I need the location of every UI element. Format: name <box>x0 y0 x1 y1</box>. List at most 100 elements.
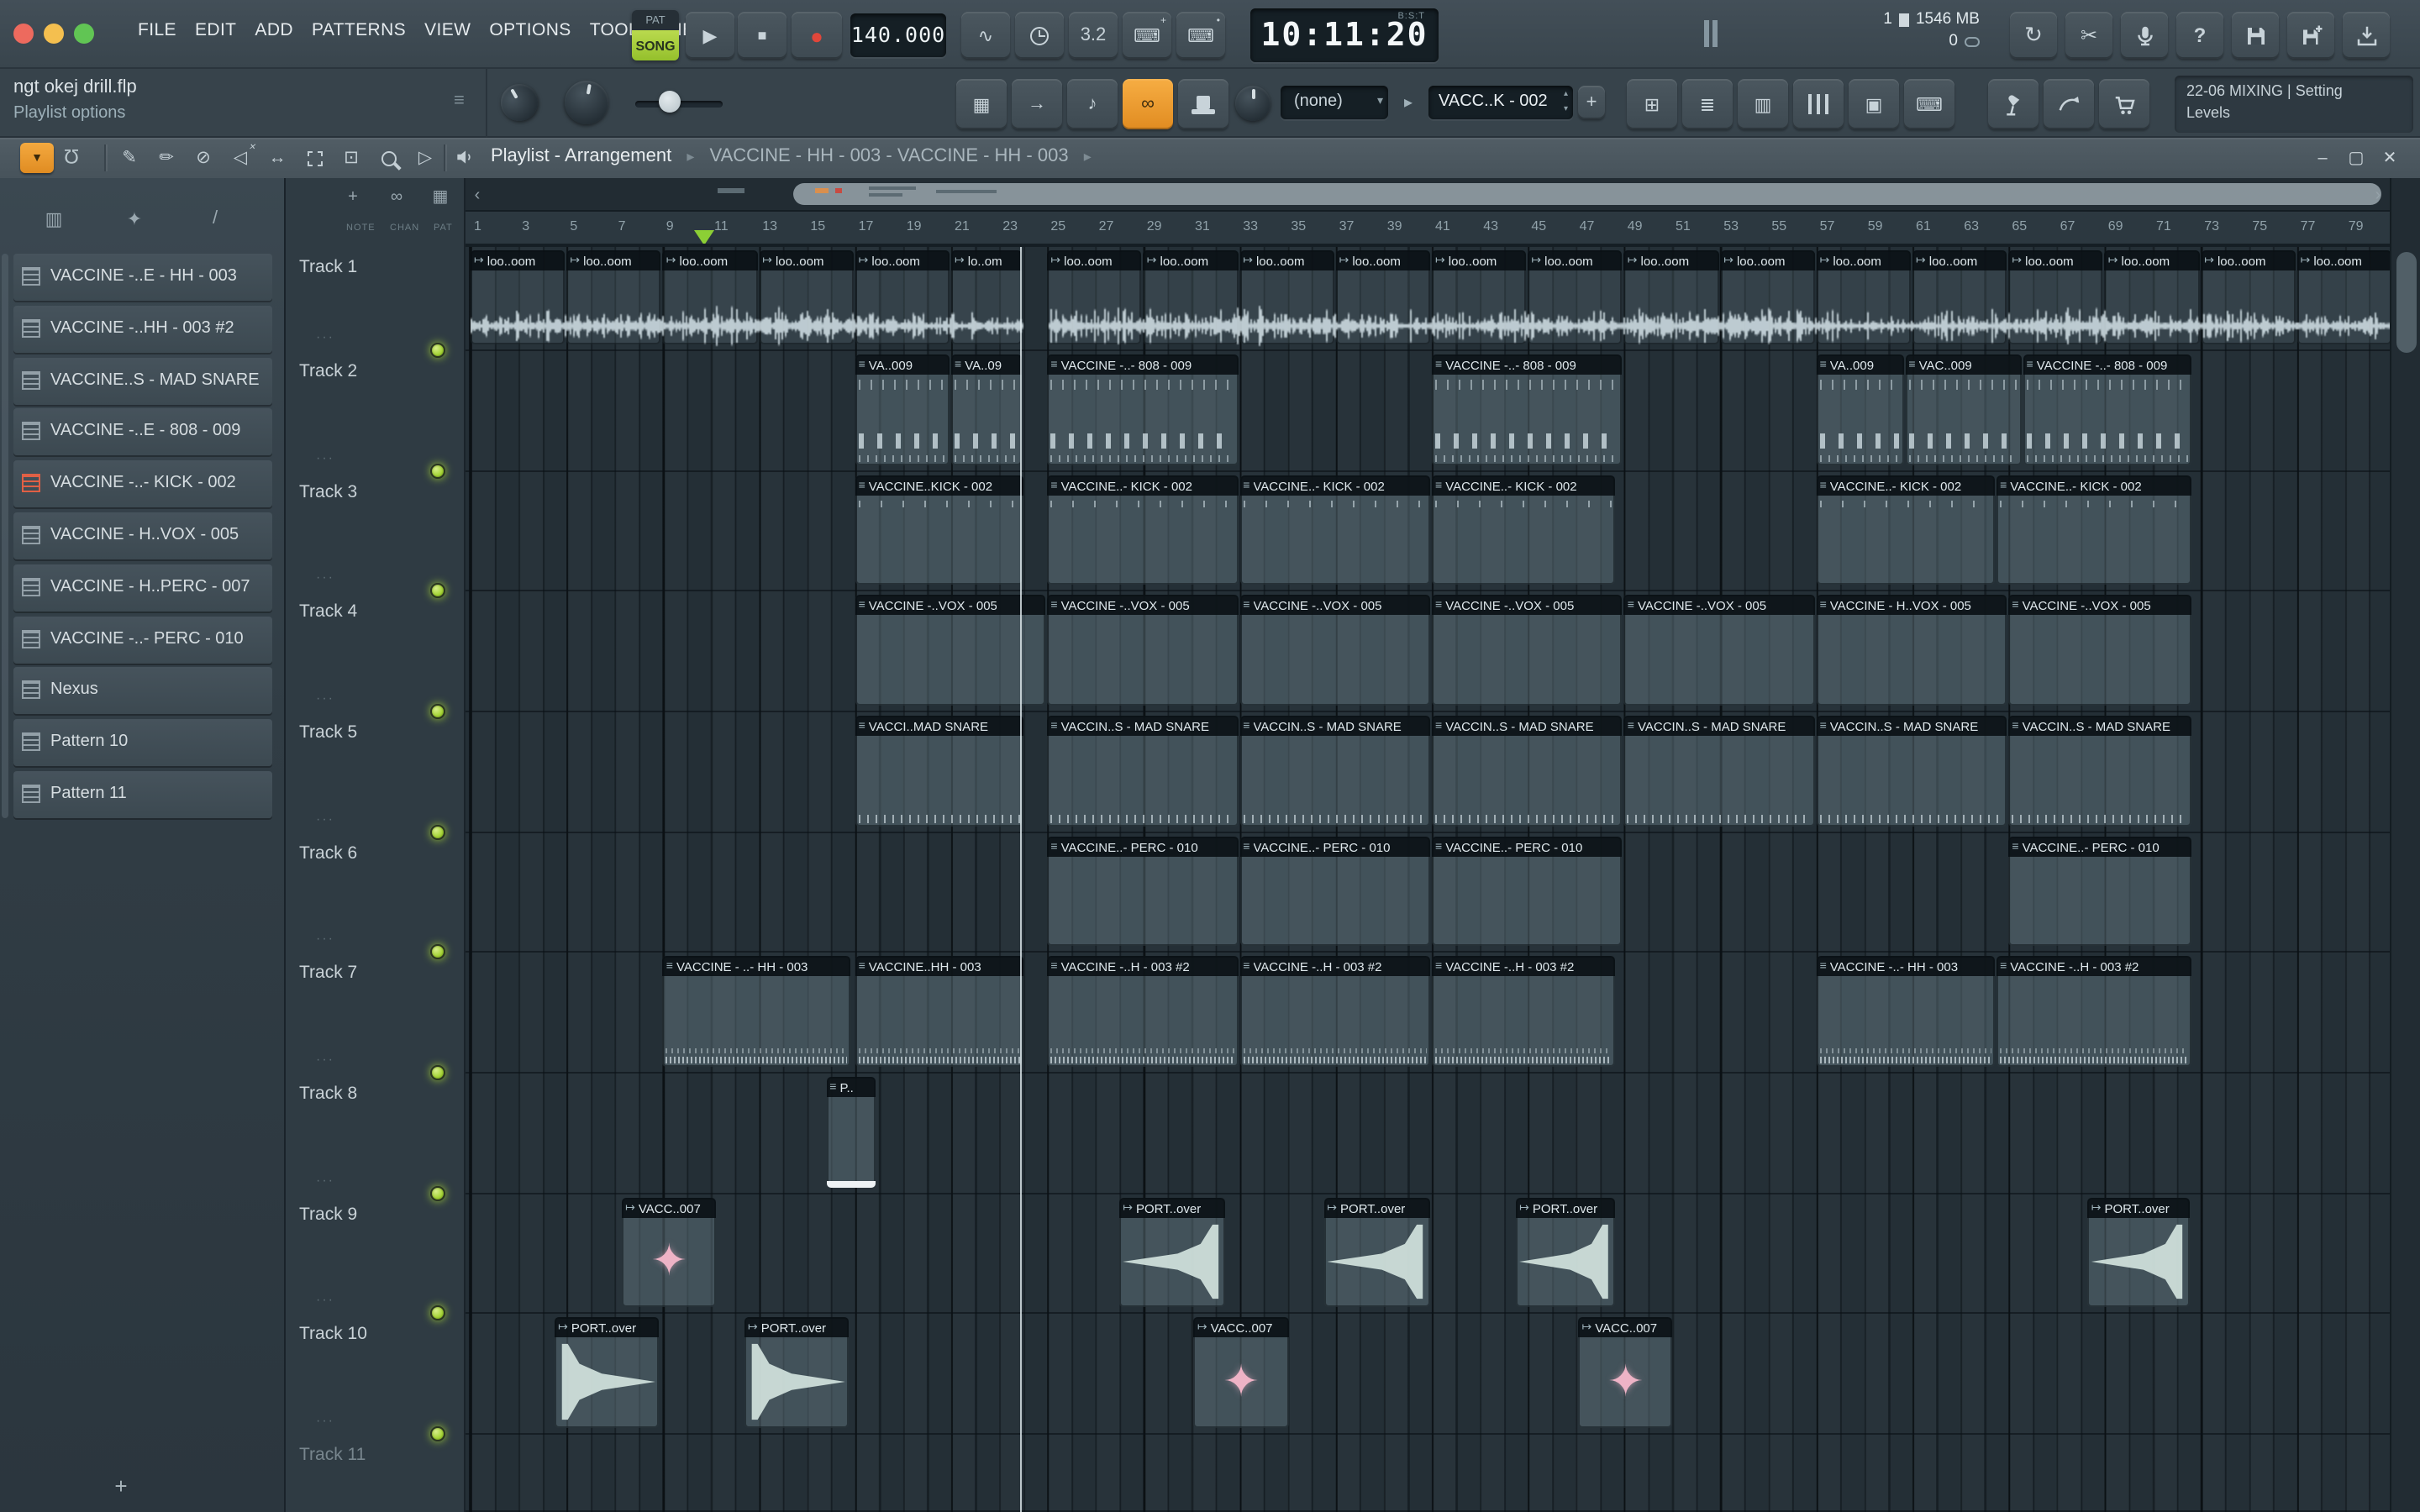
pattern-clip[interactable]: ≡ VACCINE..- PERC - 010 <box>1047 837 1239 946</box>
shop-button[interactable] <box>2099 79 2149 129</box>
track-name[interactable]: Track 8 <box>299 1084 357 1104</box>
pattern-list-item[interactable]: Nexus <box>13 667 272 715</box>
next-button[interactable]: ▸ <box>1395 86 1422 119</box>
track-mute-led[interactable] <box>430 1065 445 1080</box>
track-grip[interactable]: ··· <box>316 811 334 827</box>
track-mute-led[interactable] <box>430 343 445 358</box>
track-grip[interactable]: ··· <box>316 329 334 344</box>
one-click-audio-button[interactable] <box>2044 79 2094 129</box>
columns-button[interactable]: ▥ <box>1738 79 1788 129</box>
chevron-down-icon[interactable]: ▾ <box>1377 86 1383 119</box>
pattern-clip[interactable]: ≡ VACCINE..- PERC - 010 <box>1432 837 1623 946</box>
pattern-list-item[interactable]: VACCINE -..HH - 003 #2 <box>13 305 272 353</box>
draw-tool-button[interactable]: ✎ <box>114 143 145 173</box>
picker-scrollbar[interactable] <box>2 254 8 818</box>
track-grip[interactable]: ··· <box>316 450 334 465</box>
pattern-clip[interactable]: ≡ VACCINE..HH - 003 <box>855 956 1024 1067</box>
track-name[interactable]: Track 2 <box>299 361 357 381</box>
automation-view-icon[interactable]: / <box>202 205 229 232</box>
pat-label[interactable]: PAT <box>632 10 679 30</box>
maximize-window-button[interactable]: ▢ <box>2343 144 2370 171</box>
plugin-window-button[interactable]: ⊞ <box>1627 79 1677 129</box>
grid-icon[interactable]: ▦ <box>427 183 454 210</box>
pattern-clip[interactable]: ≡ VACCINE - H..VOX - 005 <box>1816 595 2007 706</box>
pattern-clip[interactable]: ≡ VACCIN..S - MAD SNARE <box>1432 716 1623 827</box>
pattern-clip[interactable]: ≡ VACCINE - ..- HH - 003 <box>662 956 851 1067</box>
snap-magnet-icon[interactable]: Ω <box>64 144 79 168</box>
pattern-clip[interactable]: ≡ VACCINE -..H - 003 #2 <box>1432 956 1616 1067</box>
link-clips-icon[interactable]: ∞ <box>383 183 410 210</box>
track-mute-led[interactable] <box>430 583 445 598</box>
pattern-list-item[interactable]: VACCINE - H..VOX - 005 <box>13 512 272 559</box>
audio-clip[interactable]: ↦ PORT..over <box>1119 1198 1226 1307</box>
pattern-clip[interactable]: ≡ VACCINE -..VOX - 005 <box>2008 595 2192 706</box>
macos-zoom-button[interactable] <box>74 24 94 44</box>
pattern-list-item[interactable]: VACCINE -..- KICK - 002 <box>13 460 272 508</box>
arrow-button[interactable]: → <box>1012 79 1062 129</box>
sync-button[interactable]: ↻ <box>2010 12 2057 59</box>
track-name[interactable]: Track 4 <box>299 601 357 622</box>
track-mute-led[interactable] <box>430 704 445 719</box>
render-button[interactable] <box>1988 79 2039 129</box>
pattern-clip[interactable]: ≡ VA..09 <box>951 354 1022 465</box>
overview-thumb[interactable] <box>793 183 2381 205</box>
pattern-clip[interactable]: ≡ VA..009 <box>855 354 950 465</box>
track-name[interactable]: Track 1 <box>299 257 357 277</box>
pattern-clip[interactable]: ≡ VAC..009 <box>1905 354 2022 465</box>
patterns-view-icon[interactable]: ▥ <box>40 205 67 232</box>
song-label[interactable]: SONG <box>632 30 679 60</box>
track-grip[interactable]: ··· <box>316 690 334 706</box>
track-name[interactable]: Track 3 <box>299 482 357 502</box>
track-name[interactable]: Track 10 <box>299 1324 367 1344</box>
pattern-clip[interactable]: ≡ VACCIN..S - MAD SNARE <box>1816 716 2007 827</box>
audio-clip[interactable]: ↦ PORT..over <box>2087 1198 2190 1307</box>
keyboard-button[interactable]: ⌨ <box>1904 79 1954 129</box>
sparkle-view-icon[interactable]: ✦ <box>121 205 148 232</box>
audio-clip[interactable]: ↦ PORT..over <box>555 1317 659 1428</box>
pattern-selector[interactable]: VACC..K - 002 ▴ ▾ <box>1428 86 1573 119</box>
delete-tool-button[interactable]: ⊘ <box>188 143 218 173</box>
paint-tool-button[interactable]: ✏ <box>151 143 182 173</box>
play-button[interactable]: ▶ <box>686 12 734 59</box>
add-pattern-button[interactable]: + <box>1578 86 1605 119</box>
link-button[interactable]: ∞ <box>1123 79 1173 129</box>
track-grip[interactable]: ··· <box>316 570 334 585</box>
pattern-clip[interactable]: ≡ VACCINE -..- HH - 003 <box>1816 956 1996 1067</box>
volume-knob[interactable] <box>560 76 613 129</box>
pattern-clip[interactable]: ≡ VACCINE..- KICK - 002 <box>1432 475 1616 585</box>
track-mute-led[interactable] <box>430 825 445 840</box>
pattern-clip[interactable]: ≡ VACCINE -..VOX - 005 <box>1623 595 1815 706</box>
pattern-clip[interactable]: ≡ VACCINE -..- 808 - 009 <box>1047 354 1239 465</box>
pattern-clip[interactable]: ≡ VACCINE -..- 808 - 009 <box>2023 354 2192 465</box>
preview-tool-button[interactable]: ▷ <box>410 143 440 173</box>
spinner-down-icon[interactable]: ▾ <box>1564 102 1568 118</box>
pattern-clip[interactable]: ≡ VACCINE..- PERC - 010 <box>1239 837 1430 946</box>
tempo-display[interactable]: 140.000 <box>850 13 946 57</box>
mixer-button[interactable] <box>1793 79 1844 129</box>
pattern-clip[interactable]: ≡ VACCI..MAD SNARE <box>855 716 1024 827</box>
pattern-clip[interactable]: ≡ VACCINE -..H - 003 #2 <box>1239 956 1430 1067</box>
countdown-button[interactable]: 3.2 <box>1069 12 1118 59</box>
menu-patterns[interactable]: PATTERNS <box>312 20 406 40</box>
pattern-clip[interactable]: ≡ VACCINE..- KICK - 002 <box>1239 475 1430 585</box>
audio-clip[interactable]: ↦ PORT..over <box>1323 1198 1430 1307</box>
macos-close-button[interactable] <box>13 24 34 44</box>
track-name[interactable]: Track 11 <box>299 1445 366 1465</box>
spinner-up-icon[interactable]: ▴ <box>1564 87 1568 102</box>
audio-clip[interactable]: ↦ PORT..over <box>744 1317 849 1428</box>
help-button[interactable]: ? <box>2176 12 2223 59</box>
playlist-overview-scrollbar[interactable]: ‹ › <box>466 178 2390 212</box>
playhead-marker[interactable] <box>693 230 714 244</box>
pattern-clip[interactable]: ≡ VACCIN..S - MAD SNARE <box>1623 716 1815 827</box>
track-mute-led[interactable] <box>430 944 445 959</box>
pattern-list-item[interactable]: VACCINE -..E - 808 - 009 <box>13 408 272 456</box>
audio-clip[interactable]: ↦ VACC..007 ✦ <box>1193 1317 1289 1428</box>
pattern-clip[interactable]: ≡ P.. <box>826 1077 876 1188</box>
typing-keyboard-button[interactable]: ⌨ + <box>1123 12 1171 59</box>
record-audio-button[interactable] <box>2121 12 2168 59</box>
track-mute-led[interactable] <box>430 1426 445 1441</box>
minimize-window-button[interactable]: – <box>2309 144 2336 171</box>
vertical-scrollbar[interactable] <box>2390 178 2420 1512</box>
export-button[interactable] <box>2343 12 2390 59</box>
time-mode-label[interactable]: B:S:T <box>1397 12 1425 22</box>
